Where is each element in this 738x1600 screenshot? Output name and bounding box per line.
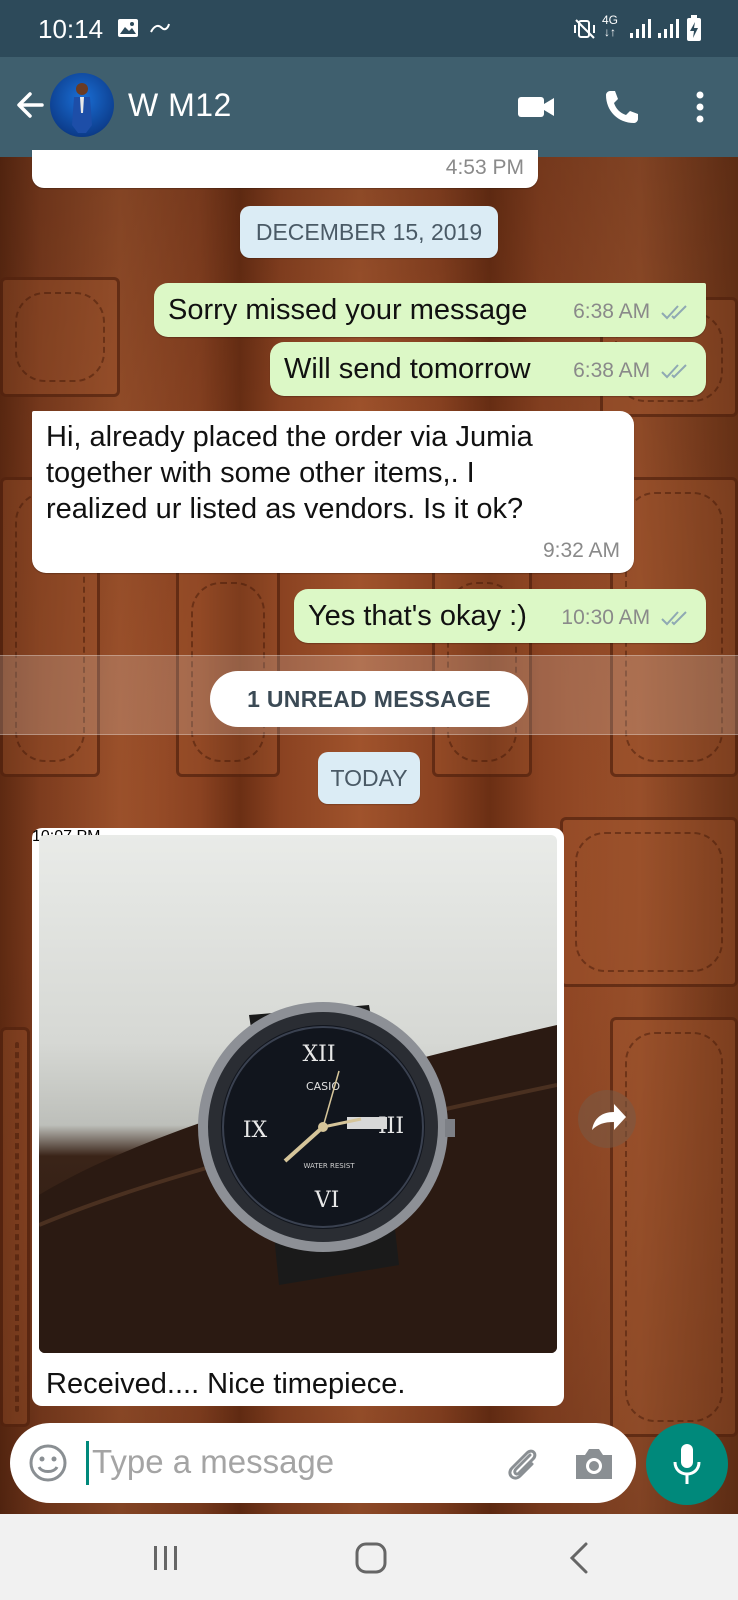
avatar-person-image	[72, 83, 92, 133]
chat-header: W M12	[0, 57, 738, 157]
emoji-icon[interactable]	[28, 1443, 68, 1483]
message-text-line: Hi, already placed the order via Jumia	[46, 421, 533, 453]
wood-carving-panel	[0, 1027, 30, 1427]
back-nav-icon[interactable]	[560, 1540, 600, 1576]
double-check-read-icon	[661, 305, 687, 320]
video-call-icon[interactable]	[514, 85, 558, 129]
watch-dial-text: WATER RESIST	[303, 1162, 355, 1170]
wood-carving-panel	[610, 1017, 738, 1437]
date-separator: DECEMBER 15, 2019	[240, 206, 498, 258]
recent-apps-icon[interactable]	[146, 1540, 186, 1576]
image-message-bubble[interactable]: XII III VI IX CASIO WATER RESIST Receive…	[32, 828, 564, 1406]
signal-icon	[630, 19, 651, 38]
forward-arrow-icon	[592, 1104, 626, 1130]
message-time: 9:32 AM	[542, 539, 620, 562]
network-4g-icon: 4G ↓↑	[602, 13, 619, 39]
svg-text:IX: IX	[243, 1118, 268, 1143]
message-time: 10:30 AM	[561, 606, 651, 629]
status-bar: 10:14 4G ↓↑	[0, 0, 738, 57]
system-navigation-bar	[0, 1514, 738, 1600]
message-text: Hi, already placed the order via Jumia t…	[46, 419, 533, 527]
message-bubble-incoming[interactable]: Hi, already placed the order via Jumia t…	[32, 411, 634, 573]
message-bubble-incoming[interactable]: 4:53 PM	[32, 150, 538, 188]
double-check-read-icon	[661, 611, 687, 626]
app-notification-icon	[150, 23, 170, 33]
back-arrow-icon[interactable]	[12, 87, 48, 123]
camera-icon[interactable]	[572, 1443, 616, 1483]
message-text: Will send tomorrow	[284, 353, 531, 385]
message-text: Sorry missed your message	[168, 294, 528, 326]
message-meta: 6:38 AM	[573, 359, 690, 383]
attach-paperclip-icon[interactable]	[500, 1441, 544, 1485]
phone-icon[interactable]	[600, 85, 644, 129]
message-bubble-outgoing[interactable]: Will send tomorrow 6:38 AM	[270, 342, 706, 396]
message-bubble-outgoing[interactable]: Sorry missed your message 6:38 AM	[154, 283, 706, 337]
wood-carving-panel	[0, 277, 120, 397]
message-meta: 10:30 AM	[561, 606, 690, 630]
message-meta: 6:38 AM	[573, 300, 690, 324]
avatar[interactable]	[50, 73, 114, 137]
forward-button[interactable]	[578, 1090, 636, 1148]
message-bubble-outgoing[interactable]: Yes that's okay :) 10:30 AM	[294, 589, 706, 643]
vibrate-mute-icon	[574, 19, 595, 39]
message-text: Yes that's okay :)	[308, 600, 527, 632]
gallery-icon	[118, 19, 138, 37]
date-separator: TODAY	[318, 752, 420, 804]
message-composer: Type a message	[10, 1423, 636, 1503]
microphone-icon	[673, 1444, 701, 1484]
message-text-line: realized ur listed as vendors. Is it ok?	[46, 493, 524, 525]
svg-text:XII: XII	[302, 1042, 335, 1067]
more-vert-icon[interactable]	[678, 85, 722, 129]
text-cursor	[86, 1441, 89, 1485]
home-icon[interactable]	[351, 1540, 391, 1576]
message-time: 4:53 PM	[445, 156, 524, 179]
signal-icon	[658, 19, 679, 38]
watch-photo[interactable]: XII III VI IX CASIO WATER RESIST	[39, 835, 557, 1353]
message-time: 6:38 AM	[573, 300, 651, 323]
message-time: 6:38 AM	[573, 359, 651, 382]
double-check-read-icon	[661, 364, 687, 379]
image-caption: Received.... Nice timepiece.	[46, 1368, 406, 1400]
wood-carving-panel	[560, 817, 738, 987]
svg-text:VI: VI	[314, 1188, 340, 1213]
voice-record-button[interactable]	[646, 1423, 728, 1505]
network-label: 4G	[602, 13, 619, 27]
battery-charging-icon	[687, 15, 701, 41]
message-text-line: together with some other items,. I	[46, 457, 475, 489]
message-input[interactable]: Type a message	[92, 1443, 334, 1481]
contact-name[interactable]: W M12	[128, 87, 232, 124]
watch-image: XII III VI IX CASIO WATER RESIST	[39, 1002, 557, 1353]
unread-message-banner: 1 UNREAD MESSAGE	[210, 671, 528, 727]
status-time: 10:14	[38, 14, 104, 44]
